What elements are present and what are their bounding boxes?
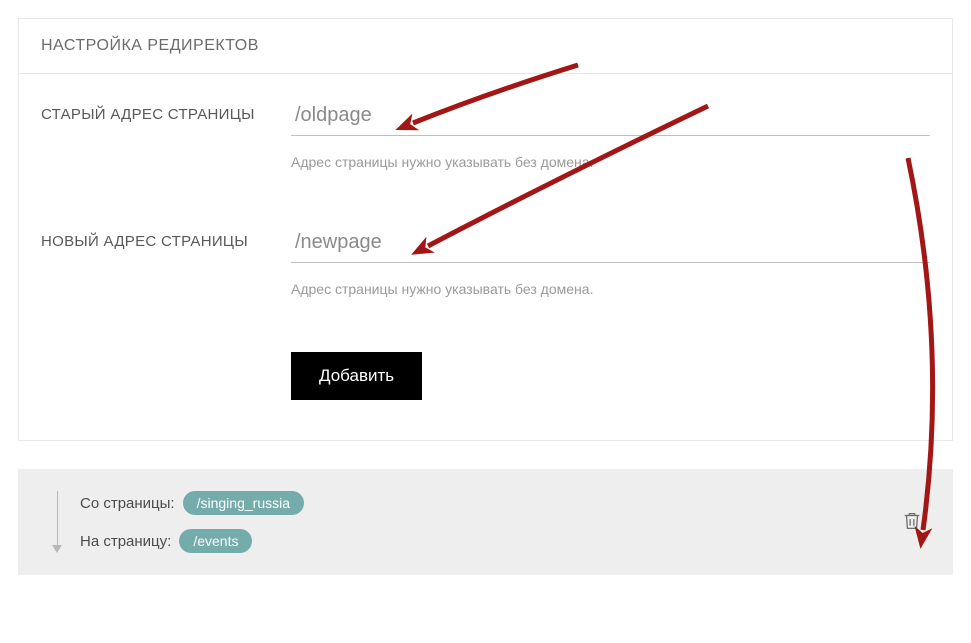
redirect-from-line: Со страницы: /singing_russia xyxy=(80,491,885,515)
panel-title: НАСТРОЙКА РЕДИРЕКТОВ xyxy=(41,37,930,55)
redirect-to-label: На страницу: xyxy=(80,533,171,550)
trash-icon xyxy=(901,520,923,535)
add-button[interactable]: Добавить xyxy=(291,352,422,400)
old-url-input[interactable] xyxy=(291,98,930,136)
new-url-label: НОВЫЙ АДРЕС СТРАНИЦЫ xyxy=(41,225,291,250)
panel-header: НАСТРОЙКА РЕДИРЕКТОВ xyxy=(19,19,952,74)
redirect-item: Со страницы: /singing_russia На страницу… xyxy=(18,469,953,575)
flow-arrow-icon xyxy=(48,491,66,553)
redirect-settings-panel: НАСТРОЙКА РЕДИРЕКТОВ СТАРЫЙ АДРЕС СТРАНИ… xyxy=(18,18,953,441)
old-url-label: СТАРЫЙ АДРЕС СТРАНИЦЫ xyxy=(41,98,291,123)
new-url-input[interactable] xyxy=(291,225,930,263)
redirect-to-badge: /events xyxy=(179,529,252,553)
new-url-row: НОВЫЙ АДРЕС СТРАНИЦЫ Адрес страницы нужн… xyxy=(41,225,930,297)
redirect-to-line: На страницу: /events xyxy=(80,529,885,553)
delete-button[interactable] xyxy=(895,504,929,541)
panel-body: СТАРЫЙ АДРЕС СТРАНИЦЫ Адрес страницы нуж… xyxy=(19,74,952,440)
old-url-row: СТАРЫЙ АДРЕС СТРАНИЦЫ Адрес страницы нуж… xyxy=(41,98,930,170)
old-url-hint: Адрес страницы нужно указывать без домен… xyxy=(291,154,930,170)
redirect-list: Со страницы: /singing_russia На страницу… xyxy=(18,469,953,575)
redirect-from-badge: /singing_russia xyxy=(183,491,304,515)
new-url-hint: Адрес страницы нужно указывать без домен… xyxy=(291,281,930,297)
redirect-from-label: Со страницы: xyxy=(80,495,175,512)
